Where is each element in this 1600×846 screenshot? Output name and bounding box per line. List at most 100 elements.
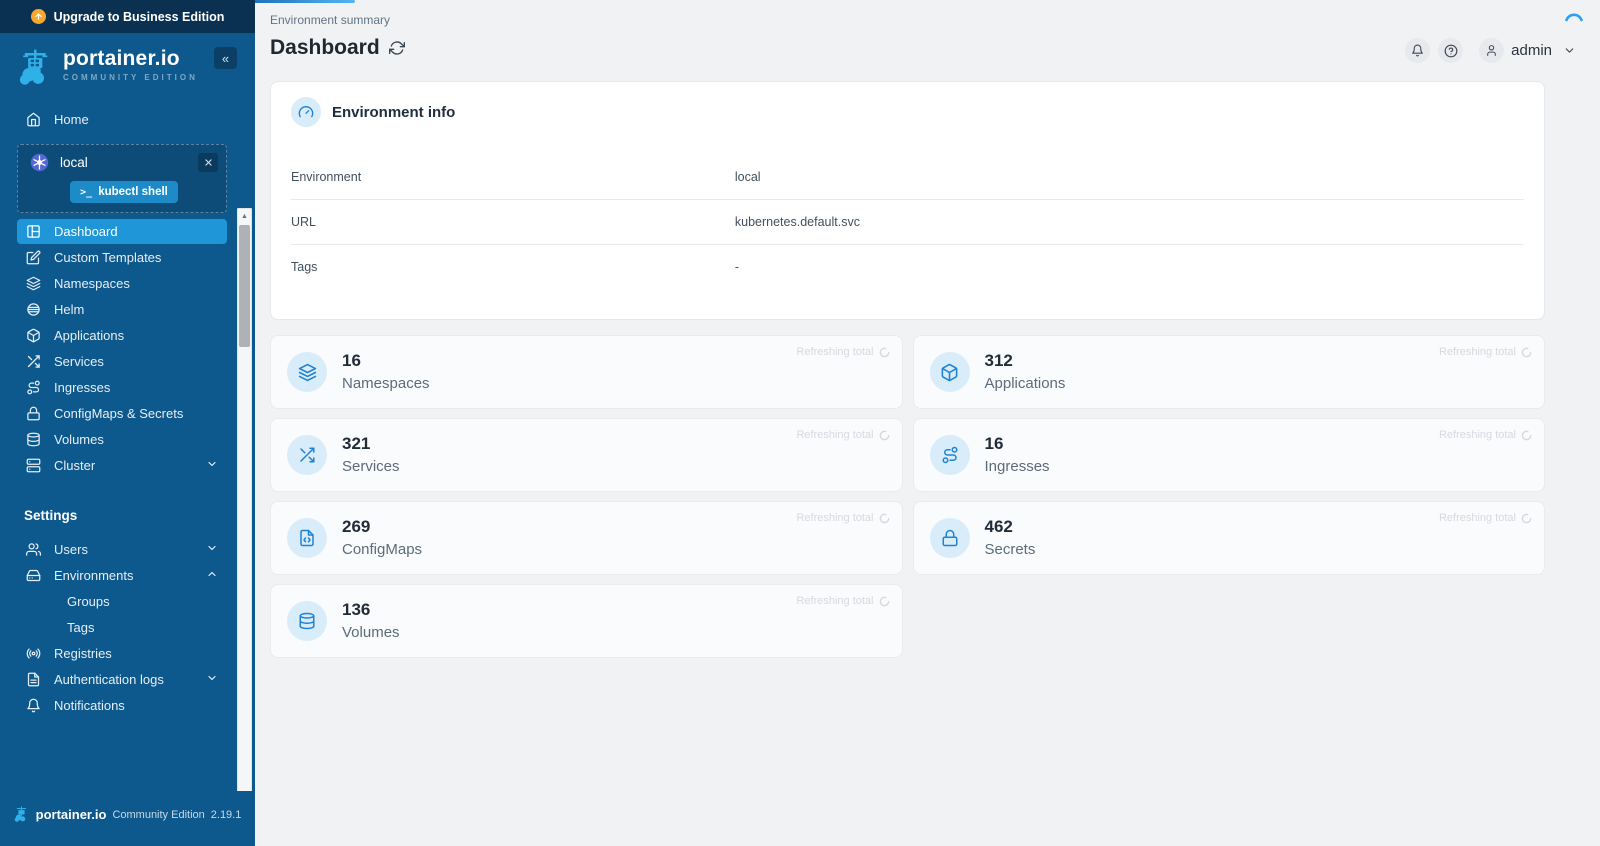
environment-close-button[interactable] xyxy=(198,153,218,172)
route-icon xyxy=(930,435,970,475)
refreshing-total-indicator: Refreshing total xyxy=(796,595,889,607)
sidebar-item-label: Authentication logs xyxy=(54,672,164,687)
sidebar-item-label: Applications xyxy=(54,328,124,343)
stat-count: 16 xyxy=(985,434,1050,454)
refreshing-total-indicator: Refreshing total xyxy=(1439,512,1532,524)
box-icon xyxy=(26,328,41,343)
sidebar-item-ingresses[interactable]: Ingresses xyxy=(17,375,227,400)
user-avatar xyxy=(1479,38,1504,63)
sidebar-item-label: Users xyxy=(54,542,88,557)
database-icon xyxy=(287,601,327,641)
sidebar-footer: portainer.io Community Edition 2.19.1 xyxy=(0,791,255,846)
stat-count: 269 xyxy=(342,517,422,537)
gauge-icon xyxy=(291,97,321,127)
stat-label: Secrets xyxy=(985,540,1036,559)
sidebar-item-home[interactable]: Home xyxy=(17,107,227,132)
refreshing-total-indicator: Refreshing total xyxy=(796,346,889,358)
namespaces-card[interactable]: 16 Namespaces Refreshing total xyxy=(270,335,903,409)
sidebar-item-dashboard[interactable]: Dashboard xyxy=(17,219,227,244)
sidebar-item-custom-templates[interactable]: Custom Templates xyxy=(17,245,227,270)
sidebar-item-helm[interactable]: Helm xyxy=(17,297,227,322)
lock-icon xyxy=(930,518,970,558)
scrollbar-thumb[interactable] xyxy=(239,225,250,347)
file-code-icon xyxy=(287,518,327,558)
applications-card[interactable]: 312 Applications Refreshing total xyxy=(913,335,1546,409)
sidebar: Upgrade to Business Edition portainer.io… xyxy=(0,0,255,846)
bell-icon xyxy=(26,698,41,713)
lock-icon xyxy=(26,406,41,421)
help-button[interactable] xyxy=(1438,38,1463,63)
sidebar-item-registries[interactable]: Registries xyxy=(17,641,227,666)
portainer-footer-logo-icon xyxy=(14,805,30,824)
users-icon xyxy=(26,542,41,557)
configmaps-card[interactable]: 269 ConfigMaps Refreshing total xyxy=(270,501,903,575)
sidebar-scrollbar[interactable]: ▲ ▼ xyxy=(237,208,252,791)
sidebar-item-services[interactable]: Services xyxy=(17,349,227,374)
sidebar-item-applications[interactable]: Applications xyxy=(17,323,227,348)
table-row: Environment local xyxy=(291,155,1524,200)
spinner-icon xyxy=(1521,430,1532,441)
breadcrumb[interactable]: Environment summary xyxy=(270,0,1545,27)
sidebar-item-groups[interactable]: Groups xyxy=(17,589,227,614)
footer-edition: Community Edition xyxy=(112,809,204,821)
refresh-icon[interactable] xyxy=(389,40,405,56)
sidebar-item-configmaps-secrets[interactable]: ConfigMaps & Secrets xyxy=(17,401,227,426)
services-card[interactable]: 321 Services Refreshing total xyxy=(270,418,903,492)
sidebar-item-notifications[interactable]: Notifications xyxy=(17,693,227,718)
volumes-card[interactable]: 136 Volumes Refreshing total xyxy=(270,584,903,658)
sidebar-item-label: Services xyxy=(54,354,104,369)
terminal-icon: >_ xyxy=(80,187,92,198)
sidebar-item-users[interactable]: Users xyxy=(17,537,227,562)
loading-spinner-icon xyxy=(1562,6,1586,30)
upgrade-banner-label: Upgrade to Business Edition xyxy=(54,10,225,24)
sidebar-item-label: Notifications xyxy=(54,698,125,713)
notifications-button[interactable] xyxy=(1405,38,1430,63)
spinner-icon xyxy=(1521,347,1532,358)
logo-row: portainer.io COMMUNITY EDITION « xyxy=(0,33,255,100)
scroll-up-arrow-icon[interactable]: ▲ xyxy=(238,210,251,223)
stat-label: Ingresses xyxy=(985,457,1050,476)
sidebar-item-label: Tags xyxy=(67,620,94,635)
refreshing-total-indicator: Refreshing total xyxy=(1439,429,1532,441)
footer-version: 2.19.1 xyxy=(211,809,242,821)
file-text-icon xyxy=(26,672,41,687)
sidebar-item-label: Cluster xyxy=(54,458,95,473)
chevron-down-icon xyxy=(206,458,218,473)
dashboard-stat-cards: 16 Namespaces Refreshing total 312 Appli… xyxy=(270,335,1545,658)
sidebar-item-label: Helm xyxy=(54,302,84,317)
environment-info-title: Environment info xyxy=(332,104,455,121)
ingresses-card[interactable]: 16 Ingresses Refreshing total xyxy=(913,418,1546,492)
sidebar-item-label: Ingresses xyxy=(54,380,110,395)
sidebar-nav: Home local >_ kubectl shell Dashboard Cu… xyxy=(0,100,255,791)
layers-icon xyxy=(26,276,41,291)
stat-count: 321 xyxy=(342,434,400,454)
spinner-icon xyxy=(879,513,890,524)
database-icon xyxy=(26,432,41,447)
upgrade-banner[interactable]: Upgrade to Business Edition xyxy=(0,0,255,33)
stat-count: 462 xyxy=(985,517,1036,537)
header-actions: admin xyxy=(1405,38,1576,63)
sidebar-item-volumes[interactable]: Volumes xyxy=(17,427,227,452)
sidebar-item-cluster[interactable]: Cluster xyxy=(17,453,227,478)
stat-count: 312 xyxy=(985,351,1066,371)
sidebar-item-tags[interactable]: Tags xyxy=(17,615,227,640)
spinner-icon xyxy=(879,430,890,441)
sidebar-collapse-button[interactable]: « xyxy=(214,47,237,69)
brand-edition: COMMUNITY EDITION xyxy=(63,73,198,82)
sidebar-item-authentication-logs[interactable]: Authentication logs xyxy=(17,667,227,692)
settings-section-header: Settings xyxy=(0,508,255,523)
user-name: admin xyxy=(1511,42,1552,59)
sidebar-item-label: Registries xyxy=(54,646,112,661)
helm-icon xyxy=(26,302,41,317)
sidebar-item-label: Dashboard xyxy=(54,224,118,239)
spinner-icon xyxy=(1521,513,1532,524)
sidebar-item-namespaces[interactable]: Namespaces xyxy=(17,271,227,296)
secrets-card[interactable]: 462 Secrets Refreshing total xyxy=(913,501,1546,575)
kubectl-shell-button[interactable]: >_ kubectl shell xyxy=(70,181,178,203)
stat-label: Volumes xyxy=(342,623,400,642)
sidebar-item-label: ConfigMaps & Secrets xyxy=(54,406,183,421)
row-label: URL xyxy=(291,215,735,229)
sidebar-item-environments[interactable]: Environments xyxy=(17,563,227,588)
user-menu[interactable]: admin xyxy=(1479,38,1576,63)
sidebar-item-label: Volumes xyxy=(54,432,104,447)
